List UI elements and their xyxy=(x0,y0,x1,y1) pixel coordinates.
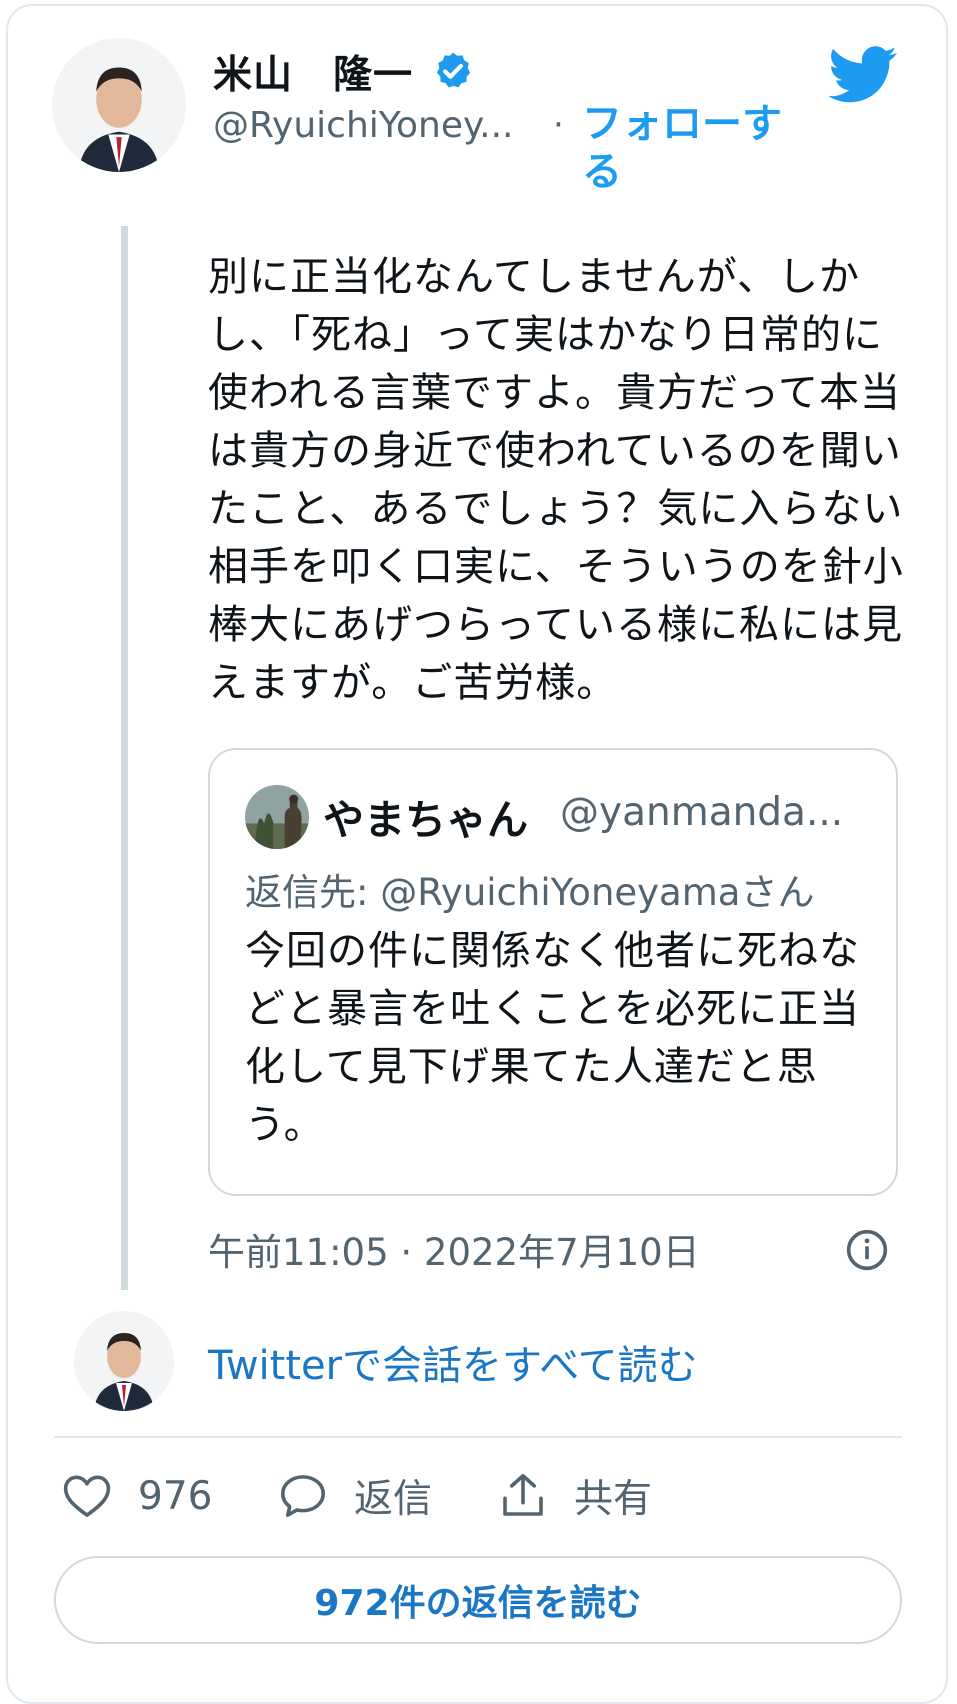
verified-badge-icon xyxy=(436,52,471,88)
tweet-timestamp[interactable]: 午前11:05 · 2022年7月10日 xyxy=(208,1222,700,1276)
divider xyxy=(54,1436,902,1438)
reply-label: 返信 xyxy=(354,1477,433,1522)
twitter-bird-icon[interactable] xyxy=(828,46,898,104)
read-replies-button[interactable]: 972件の返信を読む xyxy=(54,1556,902,1644)
thread-line xyxy=(121,226,128,1290)
quoted-tweet[interactable]: やまちゃん @yanmanda... 返信先: @RyuichiYoneyama… xyxy=(208,748,898,1196)
quoted-tweet-text: 今回の件に関係なく他者に死ねなどと暴言を吐くことを必死に正当化して見下げ果てた人… xyxy=(245,928,860,1148)
heart-icon xyxy=(63,1475,111,1517)
share-button[interactable]: 共有 xyxy=(496,1468,652,1524)
quoted-reply-to: 返信先: @RyuichiYoneyamaさん xyxy=(245,862,814,916)
tweet-text: 別に正当化なんてしませんが、しかし、「死ね」って実はかなり日常的に使われる言葉で… xyxy=(208,254,904,706)
like-button[interactable]: 976 xyxy=(60,1468,212,1524)
separator-dot: · xyxy=(553,105,564,145)
follow-button[interactable]: フォローする xyxy=(582,100,802,196)
share-label: 共有 xyxy=(574,1477,653,1522)
author-name[interactable]: 米山 隆一 xyxy=(213,44,413,100)
quoted-author-name: やまちゃん xyxy=(323,796,528,844)
author-avatar[interactable] xyxy=(52,38,186,172)
author-handle[interactable]: @RyuichiYoney... xyxy=(213,105,513,146)
conversation-avatar[interactable] xyxy=(74,1311,174,1411)
read-conversation-link[interactable]: Twitterで会話をすべて読む xyxy=(208,1333,698,1391)
author-avatar-image xyxy=(52,38,186,172)
conversation-avatar-image xyxy=(74,1311,174,1411)
info-icon[interactable] xyxy=(845,1228,889,1272)
quoted-avatar-image xyxy=(245,785,309,849)
quoted-author-handle: @yanmanda... xyxy=(560,790,844,835)
share-upload-icon xyxy=(503,1473,543,1516)
speech-bubble-icon xyxy=(280,1475,326,1517)
like-count: 976 xyxy=(138,1473,213,1519)
reply-prefix: 返信先: xyxy=(245,871,369,914)
reply-button[interactable]: 返信 xyxy=(276,1468,432,1524)
reply-to-handle: @RyuichiYoneyamaさん xyxy=(380,871,815,914)
quoted-avatar[interactable] xyxy=(245,785,309,849)
